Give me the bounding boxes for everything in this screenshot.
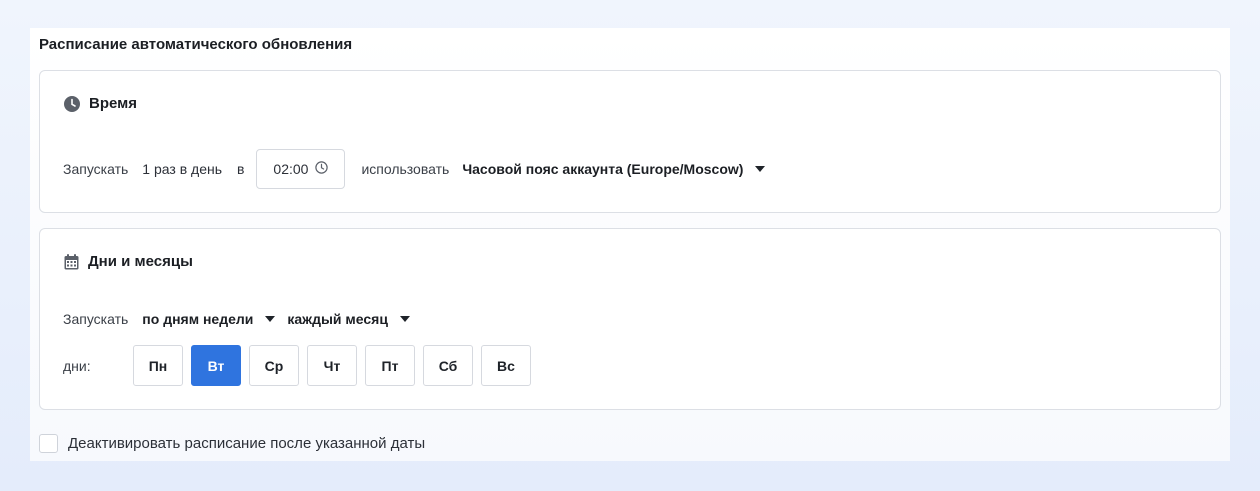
chevron-down-icon <box>755 166 766 172</box>
day-button-2[interactable]: Ср <box>249 345 299 386</box>
day-button-0[interactable]: Пн <box>133 345 183 386</box>
chevron-down-icon <box>399 316 410 322</box>
days-card-header: Дни и месяцы <box>64 253 193 270</box>
calendar-icon <box>64 253 79 270</box>
deactivate-row: Деактивировать расписание после указанно… <box>39 434 425 453</box>
time-card-title: Время <box>89 95 137 112</box>
deactivate-label[interactable]: Деактивировать расписание после указанно… <box>68 435 425 452</box>
timezone-dropdown[interactable]: Часовой пояс аккаунта (Europe/Moscow) <box>462 161 766 177</box>
at-label: в <box>237 161 245 177</box>
time-card: Время Запускать 1 раз в день в 02:00 исп… <box>39 70 1221 213</box>
deactivate-checkbox[interactable] <box>39 434 58 453</box>
schedule-panel: Расписание автоматического обновления Вр… <box>30 28 1230 461</box>
time-input[interactable]: 02:00 <box>256 149 346 189</box>
frequency-value[interactable]: 1 раз в день <box>142 161 222 177</box>
day-button-3[interactable]: Чт <box>307 345 357 386</box>
time-row: Запускать 1 раз в день в 02:00 использов… <box>63 149 766 189</box>
clock-icon <box>64 95 80 112</box>
mode-value: по дням недели <box>142 311 254 327</box>
months-dropdown[interactable]: каждый месяц <box>287 311 410 327</box>
days-row: дни: Пн Вт Ср Чт Пт Сб Вс <box>63 345 539 386</box>
section-title: Расписание автоматического обновления <box>39 36 353 53</box>
time-value: 02:00 <box>273 161 309 177</box>
timezone-value: Часовой пояс аккаунта (Europe/Moscow) <box>462 161 744 177</box>
days-label: дни: <box>63 357 91 374</box>
day-button-1[interactable]: Вт <box>191 345 241 386</box>
days-card-title: Дни и месяцы <box>88 253 193 270</box>
day-button-6[interactable]: Вс <box>481 345 531 386</box>
months-value: каждый месяц <box>287 311 388 327</box>
days-card: Дни и месяцы Запускать по дням недели ка… <box>39 228 1221 410</box>
chevron-down-icon <box>265 316 276 322</box>
time-card-header: Время <box>64 95 137 112</box>
run-label: Запускать <box>63 161 129 177</box>
days-run-row: Запускать по дням недели каждый месяц <box>63 309 410 329</box>
clock-outline-icon <box>315 161 329 177</box>
mode-dropdown[interactable]: по дням недели <box>142 311 276 327</box>
day-button-5[interactable]: Сб <box>423 345 473 386</box>
weekday-buttons: Пн Вт Ср Чт Пт Сб Вс <box>133 345 539 386</box>
day-button-4[interactable]: Пт <box>365 345 415 386</box>
use-label: использовать <box>361 161 450 177</box>
days-run-label: Запускать <box>63 311 129 327</box>
